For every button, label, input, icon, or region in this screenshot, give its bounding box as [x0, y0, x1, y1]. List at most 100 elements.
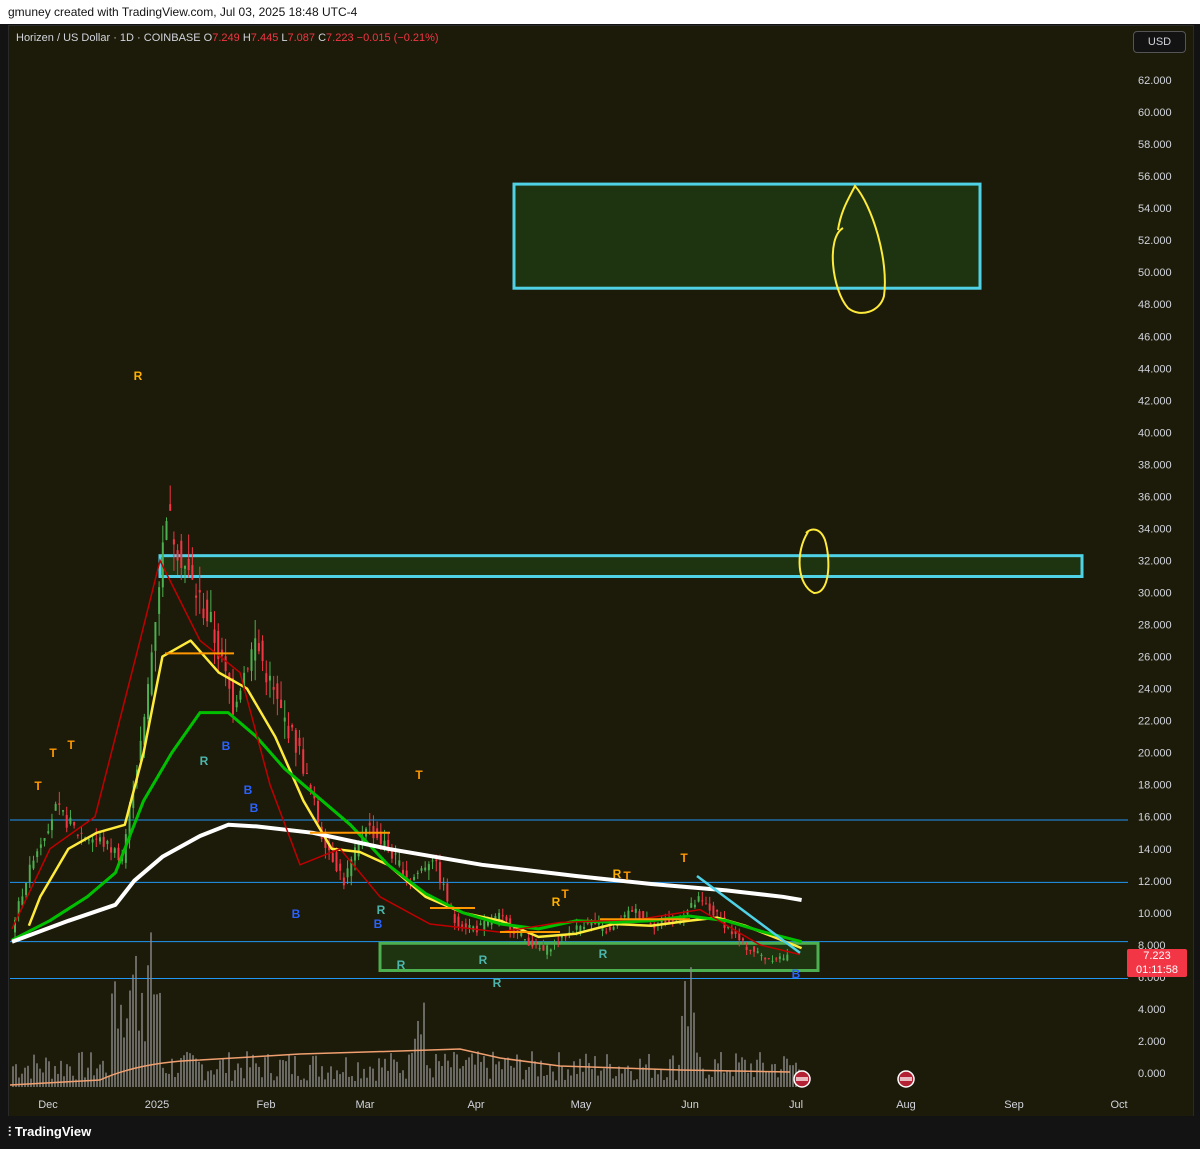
currency-button[interactable]: USD	[1133, 31, 1186, 53]
volume-bar	[462, 1066, 464, 1087]
candle-body	[158, 587, 161, 614]
volume-bar	[705, 1078, 707, 1087]
volume-bar	[297, 1075, 299, 1087]
volume-bar	[759, 1052, 761, 1087]
volume-bar	[726, 1070, 728, 1087]
volume-bar	[660, 1069, 662, 1087]
volume-bar	[684, 981, 686, 1087]
volume-bar	[633, 1080, 635, 1087]
candle-body	[730, 931, 733, 935]
volume-bar	[333, 1079, 335, 1087]
candle-body	[209, 611, 212, 623]
indicator-line-yellow	[27, 639, 803, 950]
volume-bar	[114, 981, 116, 1087]
candle-body	[693, 904, 696, 908]
candle-body	[442, 883, 445, 885]
candle-body	[331, 852, 334, 862]
volume-bar	[771, 1064, 773, 1087]
candle-body	[786, 954, 789, 961]
candle-body	[453, 914, 456, 924]
y-tick-label: 52.000	[1138, 235, 1172, 247]
y-tick-label: 32.000	[1138, 555, 1172, 567]
volume-bar	[318, 1076, 320, 1087]
volume-bar	[615, 1076, 617, 1087]
high-value: 7.445	[250, 32, 279, 44]
volume-bar	[732, 1076, 734, 1087]
volume-bar	[147, 965, 149, 1087]
volume-bar	[357, 1062, 359, 1087]
candle-body	[305, 773, 308, 775]
volume-bar	[285, 1061, 287, 1087]
y-tick-label: 10.000	[1138, 908, 1172, 920]
signal-label: T	[415, 768, 423, 782]
volume-bar	[195, 1058, 197, 1087]
volume-bar	[597, 1075, 599, 1087]
y-tick-label: 20.000	[1138, 748, 1172, 760]
us-flag-stripe	[796, 1077, 808, 1081]
candle-body	[317, 800, 320, 823]
signal-label: R	[377, 903, 386, 917]
volume-bar	[735, 1053, 737, 1087]
price-chart[interactable]: 62.000 60.000 58.000 56.000 54.000 52.000 50.0…	[0, 0, 1200, 1149]
volume-bar	[741, 1057, 743, 1087]
volume-bar	[261, 1077, 263, 1087]
volume-bar	[234, 1070, 236, 1087]
open-label: O	[203, 32, 213, 44]
x-tick-label: Sep	[1004, 1099, 1024, 1111]
volume-bar	[111, 993, 113, 1087]
volume-bar	[468, 1057, 470, 1087]
candle-body	[520, 933, 523, 936]
signal-label: B	[244, 783, 253, 797]
volume-bar	[387, 1070, 389, 1087]
candle-body	[745, 946, 748, 951]
candle-body	[276, 683, 279, 699]
volume-bar	[723, 1072, 725, 1087]
candle-body	[531, 940, 534, 947]
volume-bar	[579, 1058, 581, 1087]
volume-bar	[438, 1061, 440, 1087]
candle-body	[261, 640, 264, 662]
tv-logo-icon: ⫶	[8, 1124, 15, 1139]
candle-body	[195, 595, 198, 598]
tradingview-logo[interactable]: ⫶ TradingView	[8, 1124, 91, 1140]
candle-body	[294, 730, 297, 753]
volume-bar	[279, 1059, 281, 1087]
volume-bar	[594, 1056, 596, 1087]
volume-bar	[396, 1061, 398, 1087]
candle-body	[701, 900, 704, 902]
candle-body	[383, 840, 386, 847]
volume-bar	[222, 1058, 224, 1087]
candle-body	[583, 926, 586, 929]
volume-bar	[591, 1069, 593, 1087]
volume-bar	[399, 1072, 401, 1087]
volume-bar	[648, 1053, 650, 1087]
volume-bar	[750, 1063, 752, 1087]
volume-bar	[486, 1067, 488, 1087]
candle-body	[165, 521, 168, 540]
volume-bar	[537, 1076, 539, 1087]
volume-bar	[87, 1067, 89, 1087]
volume-bar	[372, 1068, 374, 1087]
candle-body	[461, 924, 464, 927]
volume-bar	[315, 1055, 317, 1087]
volume-bar	[354, 1080, 356, 1087]
signal-label: T	[67, 738, 75, 752]
volume-bar	[558, 1052, 560, 1087]
candle-body	[464, 923, 467, 928]
volume-bar	[681, 1015, 683, 1087]
candle-body	[117, 847, 120, 861]
volume-bar	[765, 1070, 767, 1087]
candle-body	[254, 638, 257, 661]
volume-bar	[603, 1068, 605, 1087]
volume-bar	[510, 1065, 512, 1087]
volume-bar	[126, 1018, 128, 1087]
y-tick-label: 36.000	[1138, 491, 1172, 503]
x-tick-label: Oct	[1110, 1099, 1127, 1111]
candle-body	[235, 701, 238, 708]
y-tick-label: 54.000	[1138, 203, 1172, 215]
volume-bar	[123, 1037, 125, 1087]
volume-bar	[465, 1059, 467, 1087]
volume-bar	[672, 1055, 674, 1087]
volume-bar	[585, 1053, 587, 1087]
volume-bar	[324, 1079, 326, 1087]
